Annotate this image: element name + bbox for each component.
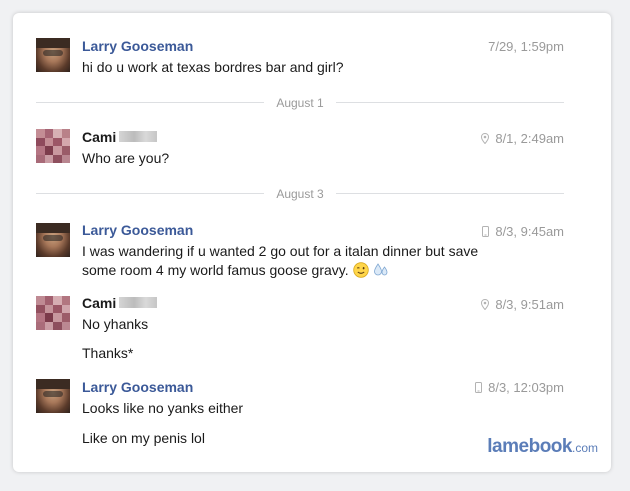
lamebook-watermark: lamebook.com <box>487 436 598 458</box>
avatar[interactable] <box>36 379 70 413</box>
message-line: I was wandering if u wanted 2 go out for… <box>82 243 479 259</box>
winking-face-icon <box>352 262 369 278</box>
sender-name[interactable]: Cami <box>82 129 116 145</box>
date-divider-label: August 3 <box>270 187 330 201</box>
message-text: I was wandering if u wanted 2 go out for… <box>82 242 478 280</box>
message-timestamp: 8/1, 2:49am <box>481 131 564 146</box>
message-line: No yhanks <box>82 316 149 332</box>
message-timestamp: 7/29, 1:59pm <box>488 39 564 54</box>
message-text: hi do u work at texas bordres bar and gi… <box>82 58 343 77</box>
message-line: Looks like no yanks either <box>82 400 244 416</box>
avatar[interactable] <box>36 223 70 257</box>
message-text: No yhanks <box>82 315 148 334</box>
conversation-card: Larry Gooseman 7/29, 1:59pm hi do u work… <box>13 13 611 472</box>
watermark-brand: lamebook <box>487 436 572 457</box>
message-timestamp: 8/3, 9:51am <box>481 297 564 312</box>
message-line: hi do u work at texas bordres bar and gi… <box>82 59 344 75</box>
message-text: Thanks* <box>82 344 133 363</box>
timestamp-text: 8/3, 12:03pm <box>488 380 564 395</box>
sender-name[interactable]: Larry Gooseman <box>82 38 193 54</box>
message-timestamp: 8/3, 12:03pm <box>475 380 564 395</box>
message-line: Thanks* <box>82 345 134 361</box>
sender-name[interactable]: Larry Gooseman <box>82 379 193 395</box>
message-line: some room 4 my world famus goose gravy. <box>82 262 349 278</box>
avatar[interactable] <box>36 296 70 330</box>
timestamp-text: 7/29, 1:59pm <box>488 39 564 54</box>
sender-name[interactable]: Larry Gooseman <box>82 222 193 238</box>
message-text: Who are you? <box>82 149 169 168</box>
mobile-phone-icon <box>482 226 490 237</box>
message-text: Like on my penis lol <box>82 429 205 448</box>
sweat-droplets-icon <box>374 263 388 276</box>
date-divider: August 1 <box>36 96 564 110</box>
avatar[interactable] <box>36 38 70 72</box>
date-divider: August 3 <box>36 187 564 201</box>
sender-name[interactable]: Cami <box>82 295 116 311</box>
watermark-suffix: .com <box>571 441 598 455</box>
message-line: Like on my penis lol <box>82 430 205 446</box>
timestamp-text: 8/3, 9:45am <box>495 224 564 239</box>
date-divider-label: August 1 <box>270 96 330 110</box>
redacted-surname <box>119 131 157 142</box>
location-pin-icon <box>481 299 490 310</box>
message-timestamp: 8/3, 9:45am <box>482 224 564 239</box>
message-text: Looks like no yanks either <box>82 399 243 418</box>
timestamp-text: 8/1, 2:49am <box>495 131 564 146</box>
message-line-with-emoji: some room 4 my world famus goose gravy. <box>82 261 478 280</box>
message-line: Who are you? <box>82 150 170 166</box>
location-pin-icon <box>481 133 490 144</box>
avatar[interactable] <box>36 129 70 163</box>
redacted-surname <box>119 297 157 308</box>
mobile-phone-icon <box>475 382 483 393</box>
timestamp-text: 8/3, 9:51am <box>495 297 564 312</box>
